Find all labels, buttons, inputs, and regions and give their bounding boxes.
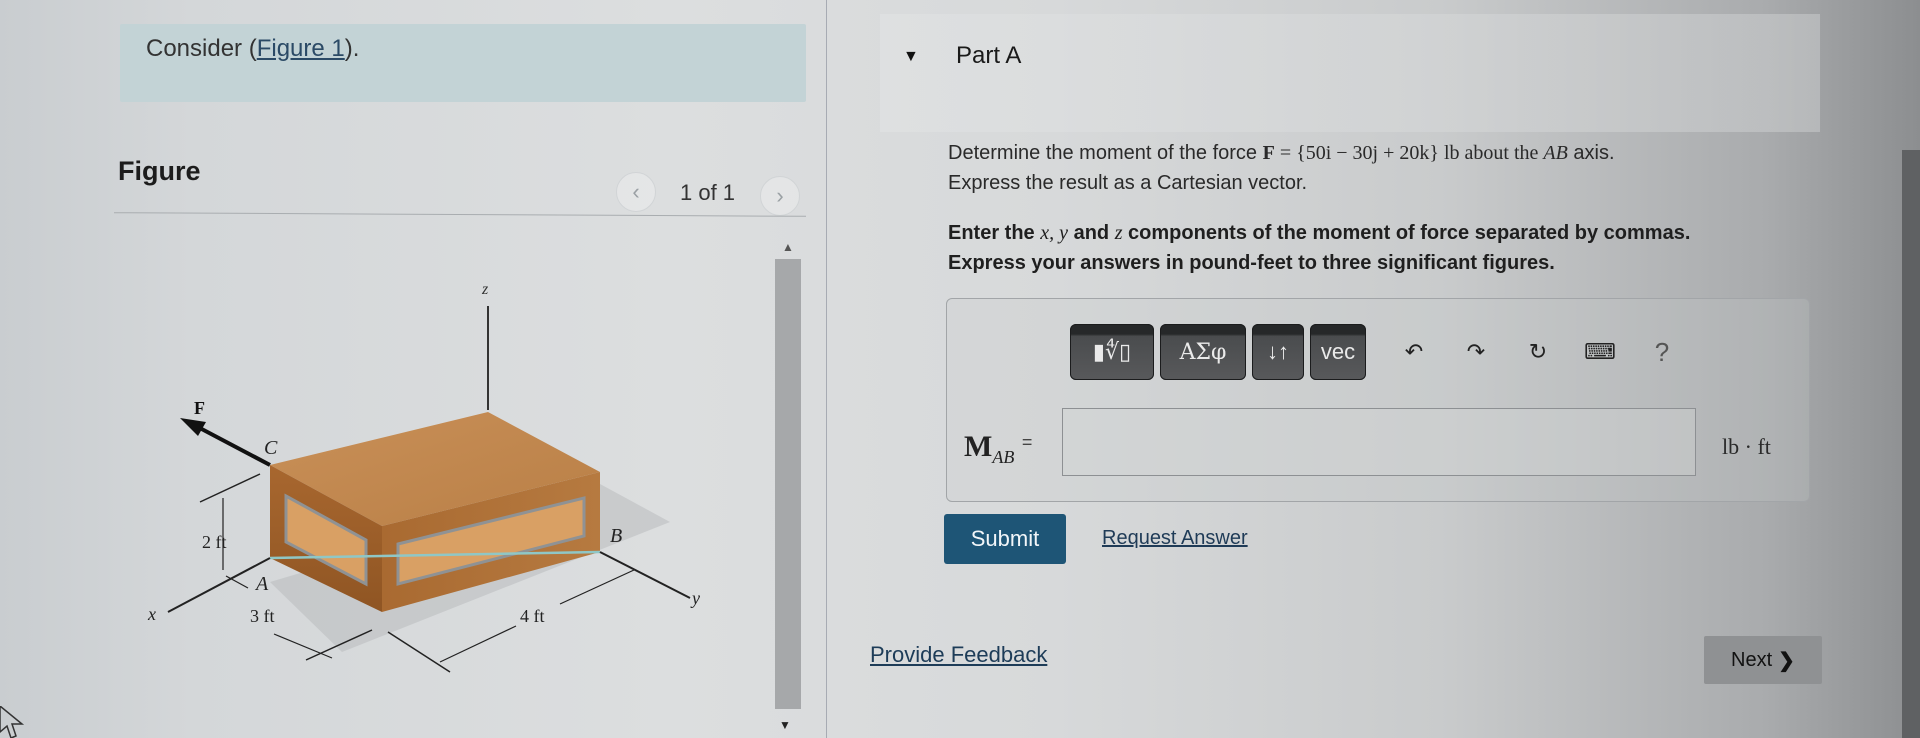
x-axis-label: x <box>147 604 156 624</box>
equals-sign: = <box>1274 142 1297 164</box>
next-button[interactable]: Next ❯ <box>1704 636 1822 684</box>
redo-icon[interactable]: ↷ <box>1448 324 1504 380</box>
x-axis <box>167 557 271 613</box>
instruction-line-1: Enter the x, y and z components of the m… <box>948 222 1690 245</box>
next-label: Next <box>1731 648 1773 671</box>
y-axis-label: y <box>690 588 700 608</box>
figure-divider <box>114 212 806 217</box>
question-prefix: Determine the moment of the force <box>948 142 1263 164</box>
vector-button[interactable]: vec <box>1310 324 1366 380</box>
figure-link[interactable]: Figure 1 <box>257 35 345 62</box>
moment-equals: = <box>1021 432 1033 452</box>
scroll-down-icon[interactable]: ▼ <box>779 718 791 732</box>
vec-label: vec <box>1320 339 1356 364</box>
force-unit: lb about the <box>1438 142 1544 164</box>
force-symbol: F <box>1262 142 1275 164</box>
force-vector: {50i − 30j + 20k} <box>1296 142 1439 164</box>
radical-template-icon: ▮∜▯ <box>1092 339 1132 364</box>
screen-edge <box>1902 150 1920 738</box>
help-icon[interactable]: ? <box>1634 324 1690 380</box>
math-toolbar: ▮∜▯ ΑΣφ ↓↑ vec ↶ ↷ ↻ ⌨ ? <box>1070 322 1690 382</box>
dim-3ft-line-a <box>225 575 249 589</box>
instr-vars-xy: x, y <box>1040 222 1069 244</box>
problem-intro: Consider (Figure 1). <box>146 35 359 63</box>
figure-diagram: z F C 2 ft x A 3 ft 4 ft y B <box>147 281 700 673</box>
submit-button[interactable]: Submit <box>944 514 1066 564</box>
figure-scrollbar-thumb[interactable] <box>775 259 801 709</box>
dim-3ft-line-b <box>273 633 333 659</box>
unit-label: lb · ft <box>1722 434 1771 459</box>
moment-subscript: AB <box>992 447 1015 467</box>
dim-4ft-ext <box>387 631 451 673</box>
dim-4ft-line-b <box>559 569 635 605</box>
chevron-right-icon: ❯ <box>1778 649 1795 672</box>
scroll-up-icon[interactable]: ▲ <box>782 240 794 254</box>
moment-label: MAB = <box>964 430 1032 468</box>
arrows-updown-icon: ↓↑ <box>1267 339 1289 364</box>
greek-symbols-button[interactable]: ΑΣφ <box>1160 324 1246 380</box>
dim-3ft-label: 3 ft <box>250 606 275 626</box>
mouse-cursor-icon <box>0 706 25 738</box>
subscript-superscript-button[interactable]: ↓↑ <box>1252 324 1304 380</box>
instr-and: and <box>1068 222 1115 244</box>
intro-text-prefix: Consider ( <box>146 35 257 62</box>
force-arrow-line <box>195 424 271 467</box>
keyboard-icon[interactable]: ⌨ <box>1572 324 1628 380</box>
undo-icon[interactable]: ↶ <box>1386 324 1442 380</box>
axis-name: AB <box>1543 142 1568 164</box>
collapse-caret-icon[interactable]: ▼ <box>903 48 919 66</box>
instr-prefix: Enter the <box>948 222 1041 244</box>
figure-counter: 1 of 1 <box>680 180 736 205</box>
figure-prev-button[interactable]: ‹ <box>616 172 656 212</box>
point-a-label: A <box>254 573 269 595</box>
force-arrowhead <box>180 418 206 436</box>
greek-letters-icon: ΑΣφ <box>1179 339 1227 365</box>
point-b-label: B <box>610 525 622 547</box>
dim-4ft-line-a <box>439 625 517 663</box>
figure-heading: Figure <box>118 156 201 186</box>
question-subtext: Express the result as a Cartesian vector… <box>948 172 1308 194</box>
point-c-label: C <box>264 437 278 459</box>
force-expression: F = {50i − 30j + 20k} lb about the <box>1263 142 1544 164</box>
moment-symbol: M <box>964 430 993 463</box>
dim-2ft-label: 2 ft <box>202 532 227 552</box>
figure-next-button[interactable]: › <box>760 176 800 216</box>
instruction-line-2: Express your answers in pound-feet to th… <box>948 252 1555 274</box>
force-label: F <box>194 398 205 418</box>
z-axis-label: z <box>481 281 489 298</box>
request-answer-link[interactable]: Request Answer <box>1102 527 1248 550</box>
instr-suffix: components of the moment of force separa… <box>1122 222 1691 244</box>
y-axis <box>599 551 691 599</box>
part-a-title[interactable]: Part A <box>956 42 1021 70</box>
reset-icon[interactable]: ↻ <box>1510 324 1566 380</box>
provide-feedback-link[interactable]: Provide Feedback <box>870 642 1047 668</box>
panel-divider <box>826 0 827 738</box>
chevron-right-icon: › <box>776 183 784 208</box>
templates-button[interactable]: ▮∜▯ <box>1070 324 1154 380</box>
moment-answer-input[interactable] <box>1062 408 1696 476</box>
dim-2ft-ext <box>199 473 261 503</box>
chevron-left-icon: ‹ <box>632 179 640 204</box>
question-text: Determine the moment of the force F = {5… <box>948 142 1615 165</box>
dim-4ft-label: 4 ft <box>520 606 545 626</box>
part-a-header[interactable] <box>880 14 1820 132</box>
question-suffix: axis. <box>1567 142 1615 164</box>
intro-text-suffix: ). <box>344 35 360 62</box>
